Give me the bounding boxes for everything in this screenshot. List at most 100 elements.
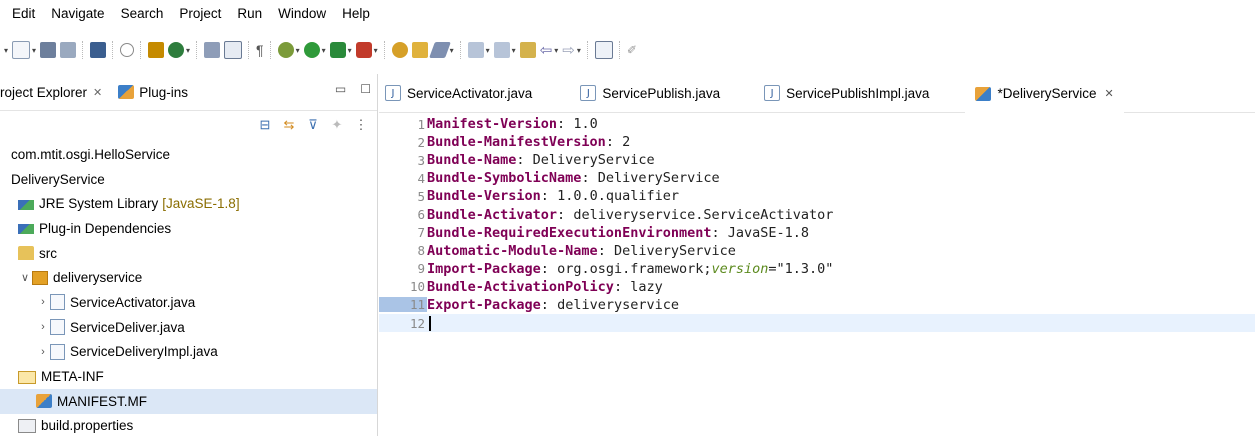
view-tabs: roject Explorer ✕ Plug-ins ▭ ☐ xyxy=(0,74,377,111)
prev-annotation-icon[interactable]: ▾ xyxy=(493,40,516,60)
tab-plug-ins[interactable]: Plug-ins xyxy=(110,74,196,110)
tree-item[interactable]: src xyxy=(0,241,377,266)
manifest-value: JavaSE-1.8 xyxy=(727,224,810,241)
code-line[interactable]: 3 Bundle-Name: DeliveryService xyxy=(379,151,1255,169)
toggle-mark-icon[interactable]: ✐ xyxy=(627,40,637,60)
show-whitespace-icon[interactable]: ¶ xyxy=(256,40,264,60)
export-icon[interactable] xyxy=(204,40,221,60)
editor-area: J ServiceActivator.java J ServicePublish.ja… xyxy=(379,73,1255,436)
code-line[interactable]: 8 Automatic-Module-Name: DeliveryService xyxy=(379,242,1255,260)
manifest-key: Import-Package xyxy=(427,260,541,277)
project-explorer-panel: roject Explorer ✕ Plug-ins ▭ ☐ ⊟ ⇆ ⊽ ✦ ⋮… xyxy=(0,74,378,436)
manifest-value: org.osgi.framework; xyxy=(557,260,712,277)
minimize-icon[interactable]: ▭ xyxy=(335,82,346,96)
line-number: 10 xyxy=(409,279,425,295)
code-line[interactable]: 12 xyxy=(379,314,1255,333)
tree-item[interactable]: build.properties xyxy=(0,414,377,438)
new-icon[interactable]: ▾ xyxy=(12,40,36,60)
code-line[interactable]: 1 Manifest-Version: 1.0 xyxy=(379,115,1255,133)
view-menu-icon[interactable]: ⋮ xyxy=(353,117,369,133)
manifest-value: DeliveryService xyxy=(597,170,720,187)
code-line[interactable]: 7 Bundle-RequiredExecutionEnvironment: Ja… xyxy=(379,224,1255,242)
editor-tab-label: ServicePublish.java xyxy=(602,85,721,101)
new-package-icon[interactable] xyxy=(411,40,428,60)
run-icon[interactable]: ▾ xyxy=(303,40,326,60)
expand-down-icon[interactable]: ∨ xyxy=(18,271,32,284)
pin-editor-icon[interactable] xyxy=(594,40,613,60)
editor-tab[interactable]: J ServicePublish.java xyxy=(570,74,730,112)
terminal-icon[interactable] xyxy=(90,40,107,60)
window-controls: ▭ ☐ xyxy=(335,82,371,96)
tree-item-decoration: [JavaSE-1.8] xyxy=(162,196,240,212)
menu-search[interactable]: Search xyxy=(113,6,172,21)
new-plugin-icon[interactable]: ▾ xyxy=(168,40,190,60)
java-file-icon xyxy=(50,343,65,360)
editor-tab[interactable]: J ServicePublishImpl.java xyxy=(754,74,939,112)
toolbar-dropdown-icon[interactable]: ▾ xyxy=(2,40,8,60)
tree-item[interactable]: › ServiceDeliver.java xyxy=(0,315,377,340)
code-line[interactable]: 10 Bundle-ActivationPolicy: lazy xyxy=(379,278,1255,296)
code-line[interactable]: 5 Bundle-Version: 1.0.0.qualifier xyxy=(379,187,1255,205)
menu-window[interactable]: Window xyxy=(270,6,334,21)
open-plugin-icon[interactable] xyxy=(148,40,165,60)
expand-right-icon[interactable]: › xyxy=(36,346,50,358)
sync-icon[interactable] xyxy=(224,40,243,60)
manifest-value: deliveryservice xyxy=(557,296,679,313)
debug-icon[interactable]: ▾ xyxy=(277,40,300,60)
tree-item[interactable]: JRE System Library [JavaSE-1.8] xyxy=(0,191,377,216)
tree-item-label: JRE System Library xyxy=(39,196,159,212)
close-icon[interactable]: ✕ xyxy=(93,86,102,99)
line-number: 1 xyxy=(417,116,425,132)
coverage-icon[interactable]: ▾ xyxy=(329,40,352,60)
tree-item-label: deliveryservice xyxy=(53,270,143,286)
editor-tab-label: ServicePublishImpl.java xyxy=(786,85,930,101)
menu-run[interactable]: Run xyxy=(229,6,270,21)
toggle-ant-icon[interactable] xyxy=(120,40,135,60)
next-annotation-icon[interactable]: ▾ xyxy=(467,40,490,60)
close-icon[interactable]: ✕ xyxy=(1104,87,1113,100)
separator: : xyxy=(581,170,598,187)
external-tools-icon[interactable]: ▾ xyxy=(355,40,378,60)
code-line[interactable]: 9 Import-Package: org.osgi.framework; vers… xyxy=(379,260,1255,278)
tree-item[interactable]: › ServiceActivator.java xyxy=(0,290,377,315)
line-number: 9 xyxy=(417,261,425,277)
code-line[interactable]: 6 Bundle-Activator: deliveryservice.Servi… xyxy=(379,205,1255,223)
tree-item-label: MANIFEST.MF xyxy=(57,393,147,409)
save-all-icon[interactable] xyxy=(60,40,77,60)
menu-navigate[interactable]: Navigate xyxy=(43,6,112,21)
tree-item[interactable]: META-INF xyxy=(0,364,377,389)
maximize-icon[interactable]: ☐ xyxy=(360,82,371,96)
collapse-all-icon[interactable]: ⊟ xyxy=(257,117,273,133)
manifest-value: 1.0.0.qualifier xyxy=(557,188,679,205)
tree-item[interactable]: DeliveryService xyxy=(0,167,377,192)
editor-tab[interactable]: J ServiceActivator.java xyxy=(379,74,542,112)
link-with-editor-icon[interactable]: ⇆ xyxy=(281,117,297,133)
save-icon[interactable] xyxy=(40,40,57,60)
expand-right-icon[interactable]: › xyxy=(36,321,50,333)
tree-item[interactable]: › ServiceDeliveryImpl.java xyxy=(0,340,377,365)
manifest-value: DeliveryService xyxy=(532,152,655,169)
open-type-icon[interactable]: ▾ xyxy=(428,40,454,60)
back-icon[interactable]: ⇦ ▾ xyxy=(540,40,559,60)
tree-item[interactable]: ∨ deliveryservice xyxy=(0,265,377,290)
manifest-source[interactable]: 1 Manifest-Version: 1.0 2 Bundle-ManifestVe… xyxy=(379,115,1255,333)
code-line[interactable]: 11 Export-Package: deliveryservice xyxy=(379,296,1255,314)
tree-item-label: Plug-in Dependencies xyxy=(39,220,172,236)
expand-right-icon[interactable]: › xyxy=(36,296,50,308)
code-line[interactable]: 4 Bundle-SymbolicName: DeliveryService xyxy=(379,169,1255,187)
editor-tab[interactable]: *DeliveryService ✕ xyxy=(965,73,1124,113)
line-number: 2 xyxy=(417,134,425,150)
menu-edit[interactable]: Edit xyxy=(0,6,43,21)
last-edit-icon[interactable] xyxy=(519,40,536,60)
forward-icon[interactable]: ⇨ ▾ xyxy=(562,40,581,60)
tree-item[interactable]: Plug-in Dependencies xyxy=(0,216,377,241)
text-caret xyxy=(429,315,431,331)
menu-project[interactable]: Project xyxy=(171,6,229,21)
menu-help[interactable]: Help xyxy=(334,6,378,21)
tree-item[interactable]: MANIFEST.MF xyxy=(0,388,377,414)
tab-project-explorer[interactable]: roject Explorer ✕ xyxy=(0,74,111,110)
filter-icon[interactable]: ⊽ xyxy=(305,117,321,133)
tree-item[interactable]: com.mtit.osgi.HelloService xyxy=(0,142,377,167)
code-line[interactable]: 2 Bundle-ManifestVersion: 2 xyxy=(379,133,1255,151)
new-java-project-icon[interactable] xyxy=(391,40,408,60)
